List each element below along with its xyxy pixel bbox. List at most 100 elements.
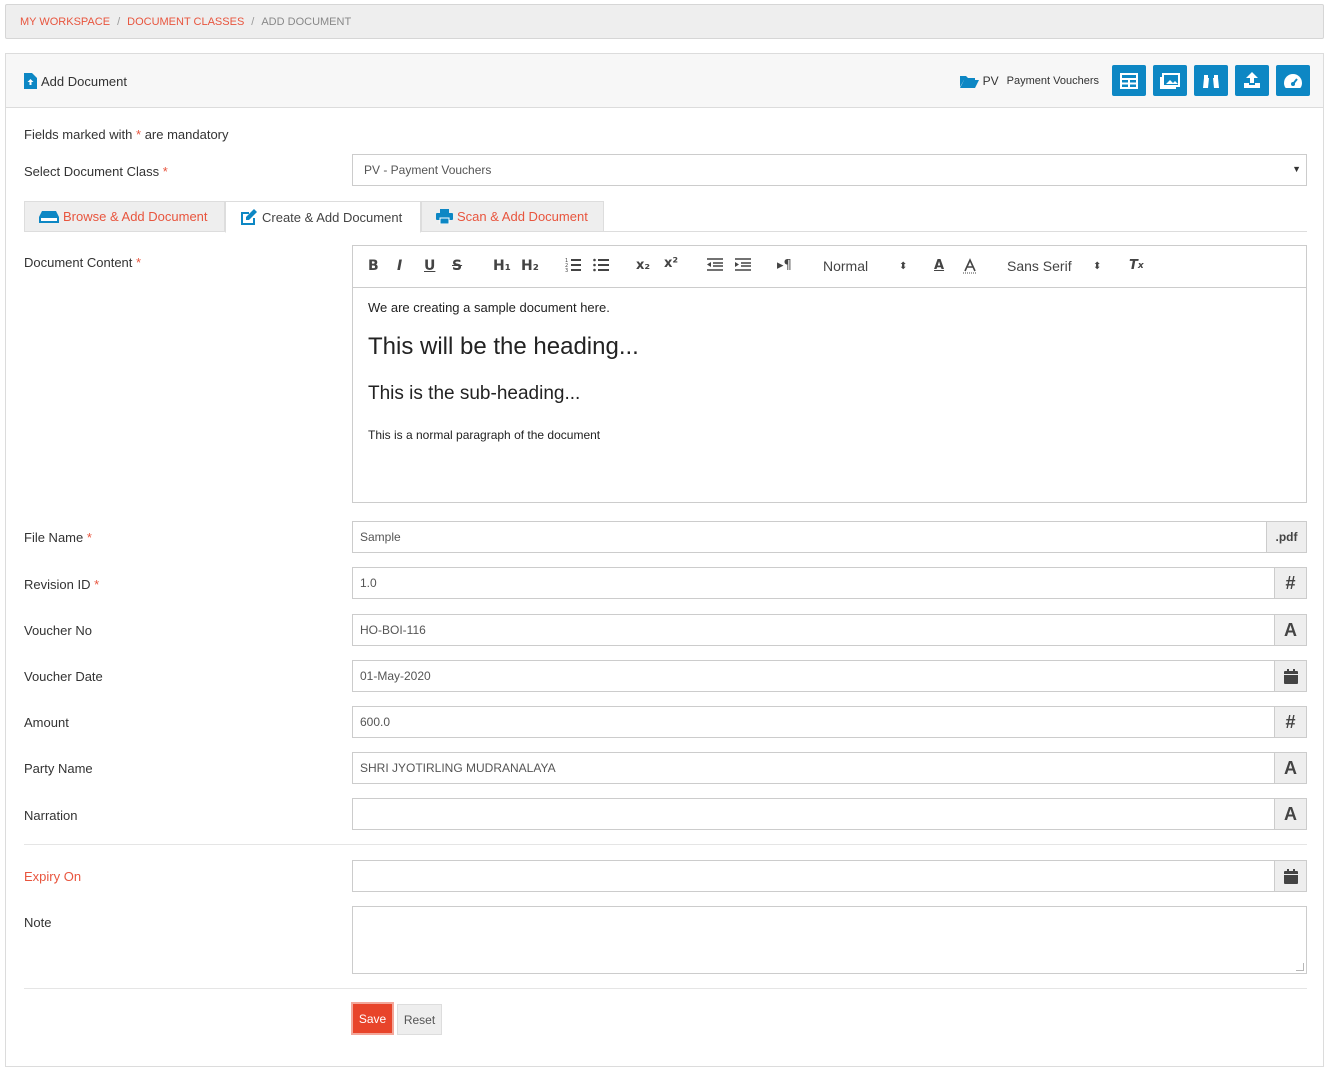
editor-toolbar: B I U S H₁ H₂ 123 x₂ x² ▸¶ Normal ⬍ A Sa… [353, 246, 1306, 288]
document-class-label: Select Document Class * [24, 164, 168, 179]
subscript-button[interactable]: x₂ [636, 258, 650, 273]
outdent-button[interactable] [707, 258, 723, 271]
strikethrough-button[interactable]: S [452, 258, 462, 274]
file-name-label: File Name * [24, 530, 92, 545]
hdd-icon [39, 210, 59, 223]
expiry-on-label: Expiry On [24, 869, 82, 884]
upload-button[interactable] [1235, 65, 1269, 96]
revision-id-label: Revision ID * [24, 577, 99, 592]
table-icon [1120, 72, 1138, 89]
document-content-label-text: Document Content [24, 255, 133, 270]
text-type-icon: A [1274, 615, 1306, 645]
select-arrows-icon: ⬍ [1093, 260, 1102, 272]
breadcrumb-document-classes[interactable]: DOCUMENT CLASSES [127, 16, 244, 28]
bullet-list-button[interactable] [593, 258, 609, 272]
note-label: Note [24, 915, 52, 930]
revision-id-field[interactable]: 1.0 # [352, 567, 1307, 599]
document-class-select[interactable]: PV - Payment Vouchers ▼ [352, 154, 1307, 186]
required-star: * [86, 530, 92, 545]
amount-label: Amount [24, 715, 69, 730]
underline-button[interactable]: U [424, 258, 435, 274]
indent-icon [735, 258, 751, 271]
document-class-code: PV [982, 73, 999, 88]
text-color-button[interactable]: A [934, 258, 944, 273]
required-star: * [136, 127, 142, 142]
divider [24, 844, 1307, 845]
folder-open-icon [959, 75, 979, 88]
file-name-value: Sample [360, 530, 401, 544]
gallery-view-button[interactable] [1153, 65, 1187, 96]
voucher-date-value: 01-May-2020 [360, 669, 431, 683]
breadcrumb-separator: / [251, 15, 255, 28]
required-star: * [94, 577, 100, 592]
tab-create-add-label: Create & Add Document [262, 209, 403, 225]
edit-icon [241, 209, 257, 225]
tab-scan-add[interactable]: Scan & Add Document [421, 201, 604, 232]
note-textarea[interactable] [352, 906, 1307, 974]
text-type-icon: A [1274, 799, 1306, 829]
mandatory-note-post: are mandatory [144, 127, 229, 142]
background-color-button[interactable] [962, 258, 978, 274]
expiry-on-field[interactable] [352, 860, 1307, 892]
hash-icon: # [1274, 707, 1306, 737]
party-name-field[interactable]: SHRI JYOTIRLING MUDRANALAYA A [352, 752, 1307, 784]
required-star: * [136, 255, 142, 270]
editor-content[interactable]: We are creating a sample document here. … [353, 288, 1306, 454]
document-content-label: Document Content * [24, 255, 141, 270]
heading2-button[interactable]: H₂ [521, 258, 539, 274]
clear-format-button[interactable]: Tx [1129, 258, 1144, 273]
page-title: Add Document [24, 73, 127, 89]
tab-scan-add-label: Scan & Add Document [457, 209, 588, 224]
file-name-label-text: File Name [24, 530, 84, 545]
indent-button[interactable] [735, 258, 751, 271]
amount-value: 600.0 [360, 715, 391, 729]
highlight-icon [963, 258, 977, 274]
voucher-no-field[interactable]: HO-BOI-116 A [352, 614, 1307, 646]
font-family-value: Sans Serif [1007, 258, 1072, 274]
dropdown-caret-icon: ▼ [1292, 164, 1301, 174]
bullet-list-icon [593, 258, 609, 272]
party-name-label: Party Name [24, 761, 93, 776]
document-class-indicator: PV Payment Vouchers [959, 73, 1099, 88]
superscript-button[interactable]: x² [664, 256, 678, 271]
font-family-select[interactable]: Sans Serif ⬍ [1007, 258, 1102, 274]
bold-button[interactable]: B [368, 258, 379, 274]
file-extension-addon: .pdf [1266, 522, 1306, 552]
text-direction-button[interactable]: ▸¶ [777, 258, 792, 273]
revision-id-label-text: Revision ID [24, 577, 91, 592]
dashboard-icon [1284, 73, 1302, 88]
svg-text:3: 3 [565, 268, 568, 272]
voucher-no-label: Voucher No [24, 623, 92, 638]
tab-browse-add[interactable]: Browse & Add Document [24, 201, 225, 232]
calendar-icon[interactable] [1274, 661, 1306, 691]
breadcrumb-my-workspace[interactable]: MY WORKSPACE [20, 16, 110, 28]
party-name-value: SHRI JYOTIRLING MUDRANALAYA [360, 761, 556, 775]
amount-field[interactable]: 600.0 # [352, 706, 1307, 738]
search-button[interactable] [1194, 65, 1228, 96]
voucher-no-value: HO-BOI-116 [360, 623, 426, 637]
ordered-list-button[interactable]: 123 [565, 258, 581, 272]
binoculars-icon [1203, 74, 1219, 88]
file-upload-icon [24, 73, 37, 89]
mandatory-note-pre: Fields marked with [24, 127, 133, 142]
divider [24, 988, 1307, 989]
document-class-label-text: Select Document Class [24, 164, 160, 179]
add-document-panel: Add Document PV Payment Vouchers Fields … [5, 53, 1324, 1067]
resize-handle[interactable] [1296, 963, 1304, 971]
tab-create-add[interactable]: Create & Add Document [225, 201, 421, 233]
italic-button[interactable]: I [397, 258, 402, 274]
page-title-text: Add Document [41, 73, 127, 89]
dashboard-button[interactable] [1276, 65, 1310, 96]
reset-button[interactable]: Reset [397, 1004, 442, 1035]
voucher-date-field[interactable]: 01-May-2020 [352, 660, 1307, 692]
font-size-select[interactable]: Normal ⬍ [823, 258, 908, 274]
file-name-field[interactable]: Sample .pdf [352, 521, 1307, 553]
mandatory-note: Fields marked with * are mandatory [24, 127, 229, 142]
heading1-button[interactable]: H₁ [493, 258, 511, 274]
table-view-button[interactable] [1112, 65, 1146, 96]
calendar-icon[interactable] [1274, 861, 1306, 891]
save-button[interactable]: Save [351, 1002, 394, 1035]
breadcrumb: MY WORKSPACE / DOCUMENT CLASSES / ADD DO… [5, 4, 1324, 39]
expiry-on-value [353, 861, 1274, 891]
narration-field[interactable]: A [352, 798, 1307, 830]
